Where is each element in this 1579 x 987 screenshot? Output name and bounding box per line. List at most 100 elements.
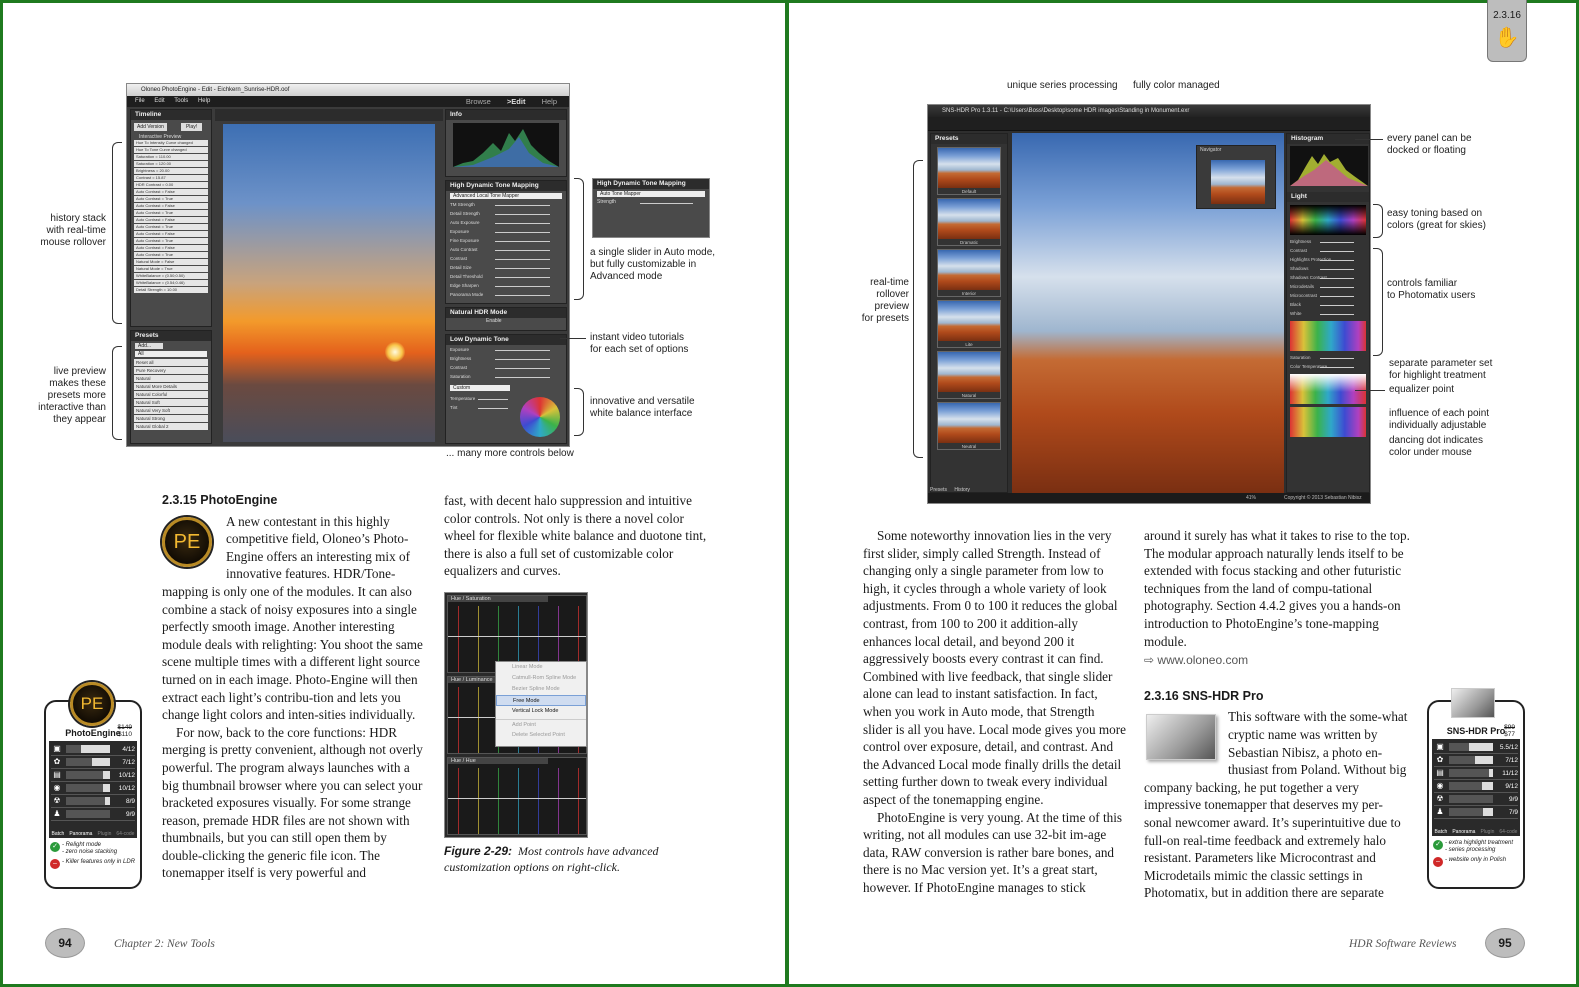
preset-item[interactable]: Natural Very Soft	[134, 407, 208, 414]
sns-preset-thumb[interactable]: Default	[937, 147, 1001, 195]
preset-item[interactable]: Natural	[134, 375, 208, 382]
tm-slider[interactable]: Auto Exposure	[450, 219, 562, 227]
tm-slider[interactable]: Fine Exposure	[450, 237, 562, 245]
toning-gradient-2[interactable]	[1290, 321, 1366, 351]
toning-gradient-1[interactable]	[1290, 205, 1366, 235]
sns-preset-thumb[interactable]: Interior	[937, 249, 1001, 297]
tm-slider[interactable]: Panorama Mode	[450, 291, 562, 299]
sns-slider-label: Shadows Contrast	[1290, 275, 1327, 280]
preset-item[interactable]: Reset all	[134, 359, 208, 366]
history-item[interactable]: Auto Contrast = True	[134, 210, 208, 216]
preset-item[interactable]: Natural Strong	[134, 415, 208, 422]
context-menu-item[interactable]: Catmull-Rom Spline Mode	[496, 673, 586, 684]
context-menu-item[interactable]: Vertical Lock Mode	[496, 706, 586, 717]
history-item[interactable]: HDR Contrast = 0.00	[134, 182, 208, 188]
toning-gradient-4[interactable]	[1290, 407, 1366, 437]
history-item[interactable]: Natural Mode = False	[134, 259, 208, 265]
wb-mode-select[interactable]: Custom	[450, 385, 510, 391]
history-item[interactable]: Hue To Intensity Curve changed	[134, 140, 208, 146]
sns-preset-thumb[interactable]: Dramatic	[937, 198, 1001, 246]
history-item[interactable]: Natural Mode = True	[134, 266, 208, 272]
url-text[interactable]: www.oloneo.com	[1157, 653, 1248, 667]
history-item[interactable]: Saturation = 110.00	[134, 154, 208, 160]
sns-slider[interactable]: Saturation	[1290, 354, 1366, 362]
ldt-slider[interactable]: Contrast	[450, 364, 562, 372]
history-item[interactable]: Auto Contrast = True	[134, 224, 208, 230]
enable-checkbox[interactable]: Enable	[446, 318, 566, 324]
ldt-slider[interactable]: Brightness	[450, 355, 562, 363]
mode-browse[interactable]: Browse	[466, 97, 491, 106]
sns-preset-thumb[interactable]: Neutral	[937, 402, 1001, 450]
history-item[interactable]: Hue To Tone Curve changed	[134, 147, 208, 153]
sns-slider[interactable]: White	[1290, 310, 1366, 318]
preset-filter-select[interactable]: All	[135, 351, 207, 357]
history-item[interactable]: Auto Contrast = False	[134, 217, 208, 223]
history-item[interactable]: Auto Contrast = True	[134, 238, 208, 244]
sns-slider[interactable]: Microdetails	[1290, 283, 1366, 291]
mode-edit[interactable]: >Edit	[507, 97, 526, 106]
sns-toolbar	[928, 117, 1370, 131]
wb-slider[interactable]: Temperature	[450, 395, 520, 403]
history-item[interactable]: Auto Contrast = True	[134, 252, 208, 258]
tm-slider[interactable]: Auto Contrast	[450, 246, 562, 254]
preset-item[interactable]: Natural Colorful	[134, 391, 208, 398]
sns-slider[interactable]: Microcontrast	[1290, 292, 1366, 300]
tm-slider[interactable]: Detail Strength	[450, 210, 562, 218]
sns-slider[interactable]: Black	[1290, 301, 1366, 309]
sns-slider[interactable]: Brightness	[1290, 238, 1366, 246]
mode-help[interactable]: Help	[542, 97, 557, 106]
ldt-slider[interactable]: Exposure	[450, 346, 562, 354]
history-item[interactable]: Auto Contrast = False	[134, 189, 208, 195]
play-button[interactable]: Play!	[180, 123, 203, 131]
tm-slider[interactable]: Edge Sharpen	[450, 282, 562, 290]
url-link[interactable]: ⇨ www.oloneo.com	[1144, 652, 1410, 670]
color-wheel[interactable]	[520, 397, 560, 437]
context-menu-item[interactable]: Bezier Spline Mode	[496, 684, 586, 695]
wb-slider[interactable]: Tint	[450, 404, 520, 412]
menu-file[interactable]: File	[135, 98, 145, 104]
context-menu-item[interactable]: Linear Mode	[496, 662, 586, 673]
preset-item[interactable]: Natural More Details	[134, 383, 208, 390]
history-item[interactable]: Contrast = 15.87	[134, 175, 208, 181]
tm-slider[interactable]: Detail Threshold	[450, 273, 562, 281]
popout-strength-slider[interactable]: Strength	[597, 199, 705, 207]
menu-edit[interactable]: Edit	[154, 98, 164, 104]
preset-item[interactable]: Natural Soft	[134, 399, 208, 406]
preset-item[interactable]: Natural Global 2	[134, 423, 208, 430]
context-menu-item[interactable]: Free Mode	[496, 695, 586, 706]
sns-slider[interactable]: Highlights Protection	[1290, 256, 1366, 264]
history-item[interactable]: WhiteBalance = (0.54;0.46)	[134, 280, 208, 286]
annotation-white-balance: innovative and versatile white balance i…	[590, 396, 695, 419]
history-item[interactable]: Auto Contrast = False	[134, 203, 208, 209]
tm-slider[interactable]: Contrast	[450, 255, 562, 263]
history-item[interactable]: Auto Contrast = False	[134, 245, 208, 251]
menu-help[interactable]: Help	[198, 98, 210, 104]
sns-slider[interactable]: Color Temperature	[1290, 363, 1366, 371]
curve-panel[interactable]: Hue / Hue	[447, 757, 587, 835]
history-item[interactable]: WhiteBalance = (0.50;0.50)	[134, 273, 208, 279]
add-version-button[interactable]: Add Version	[134, 123, 167, 131]
tm-slider[interactable]: TM Strength	[450, 201, 562, 209]
sns-preset-thumb[interactable]: Natural	[937, 351, 1001, 399]
sns-slider[interactable]: Shadows Contrast	[1290, 274, 1366, 282]
tm-slider[interactable]: Detail Size	[450, 264, 562, 272]
history-item[interactable]: Auto Contrast = True	[134, 196, 208, 202]
history-item[interactable]: Auto Contrast = False	[134, 231, 208, 237]
preset-item[interactable]: Pure Recovery	[134, 367, 208, 374]
toning-gradient-3[interactable]	[1290, 374, 1366, 404]
sns-slider[interactable]: Contrast	[1290, 247, 1366, 255]
sns-slider[interactable]: Shadows	[1290, 265, 1366, 273]
tm-mode-select[interactable]: Advanced Local Tone Mapper	[450, 193, 562, 199]
ldt-slider[interactable]: Saturation	[450, 373, 562, 381]
context-menu-item[interactable]: Delete Selected Point	[496, 730, 586, 741]
history-item[interactable]: Detail Strength = 10.00	[134, 287, 208, 293]
tm-slider[interactable]: Exposure	[450, 228, 562, 236]
add-preset-button[interactable]: Add...	[135, 343, 163, 349]
rating-value: 4/12	[122, 745, 135, 753]
history-item[interactable]: Saturation = 120.00	[134, 161, 208, 167]
context-menu-item[interactable]: Add Point	[496, 719, 586, 730]
history-item[interactable]: Brightness = 20.00	[134, 168, 208, 174]
menu-tools[interactable]: Tools	[174, 98, 188, 104]
sns-preset-thumb[interactable]: Lite	[937, 300, 1001, 348]
popout-mode-select[interactable]: Auto Tone Mapper	[597, 191, 705, 197]
